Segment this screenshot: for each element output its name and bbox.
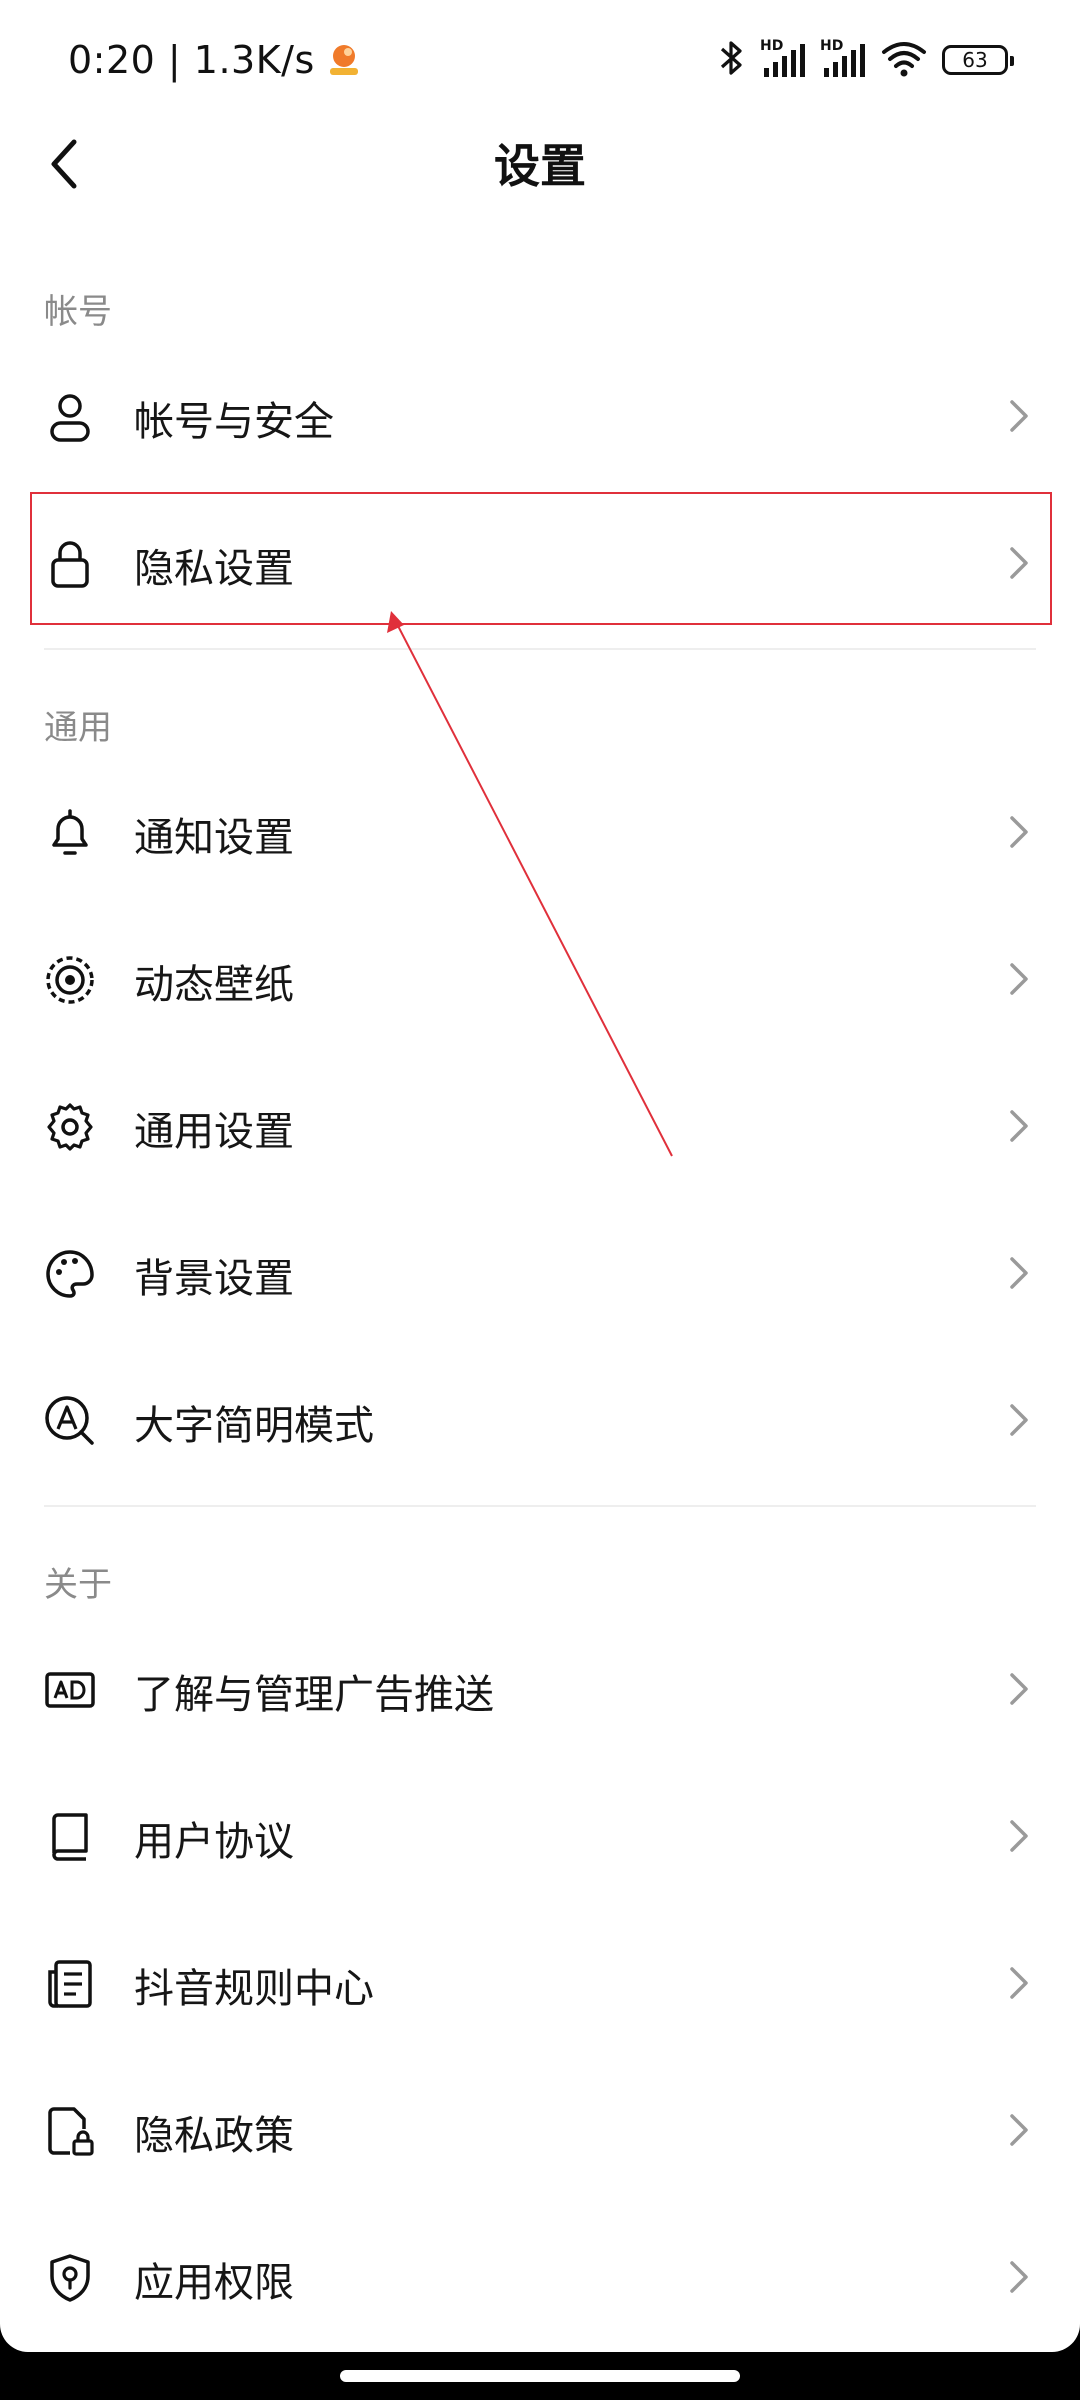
annotation-arrow	[387, 611, 673, 1157]
settings-screen: 0:20 | 1.3K/s HD HD 63 设置 帐号 帐号与安全 隐私设置 …	[0, 0, 1080, 2352]
home-indicator[interactable]	[340, 2370, 740, 2382]
